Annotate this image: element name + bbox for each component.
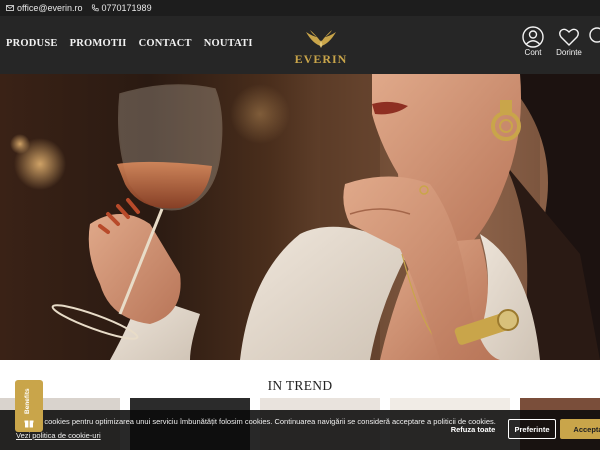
refuse-all-button[interactable]: Refuza toate [442, 419, 504, 439]
cookie-consent-bar: Folosim cookies pentru optimizarea unui … [0, 410, 600, 450]
main-nav: PRODUSE PROMOTII CONTACT NOUTATI [6, 38, 253, 49]
in-trend-heading: IN TREND [267, 378, 333, 393]
account-label: Cont [524, 48, 542, 57]
user-icon [522, 26, 544, 48]
phone-contact[interactable]: 0770171989 [91, 3, 152, 13]
wishlist-button[interactable]: Dorinte [554, 26, 584, 57]
gift-icon [24, 420, 34, 428]
email-contact[interactable]: office@everin.ro [6, 3, 83, 13]
email-text: office@everin.ro [17, 3, 83, 13]
search-button[interactable] [588, 26, 600, 48]
top-contact-bar: office@everin.ro 0770171989 [0, 0, 600, 16]
benefits-tab[interactable]: Benefits [15, 380, 43, 432]
nav-noutati[interactable]: NOUTATI [204, 38, 253, 49]
nav-promotii[interactable]: PROMOTII [70, 38, 127, 49]
site-header: PRODUSE PROMOTII CONTACT NOUTATI EVERIN … [0, 16, 600, 74]
account-button[interactable]: Cont [520, 26, 546, 57]
cookie-policy-link[interactable]: Vezi politica de cookie-uri [16, 431, 101, 440]
hero-banner[interactable] [0, 74, 600, 360]
wings-logo-icon [306, 30, 336, 48]
search-icon [589, 27, 600, 43]
heart-icon [559, 28, 579, 46]
wishlist-label: Dorinte [556, 48, 582, 57]
hero-image [10, 74, 600, 360]
site-logo[interactable]: EVERIN [290, 28, 352, 68]
nav-contact[interactable]: CONTACT [139, 38, 192, 49]
cookie-text: Folosim cookies pentru optimizarea unui … [16, 417, 496, 426]
preferences-button[interactable]: Preferinte [508, 419, 556, 439]
nav-produse[interactable]: PRODUSE [6, 38, 58, 49]
brand-name: EVERIN [294, 52, 348, 66]
phone-text: 0770171989 [101, 3, 152, 13]
mail-icon [6, 5, 14, 11]
benefits-label: Benefits [24, 388, 31, 414]
phone-icon [91, 4, 99, 12]
accept-button[interactable]: Accepta [560, 419, 600, 439]
